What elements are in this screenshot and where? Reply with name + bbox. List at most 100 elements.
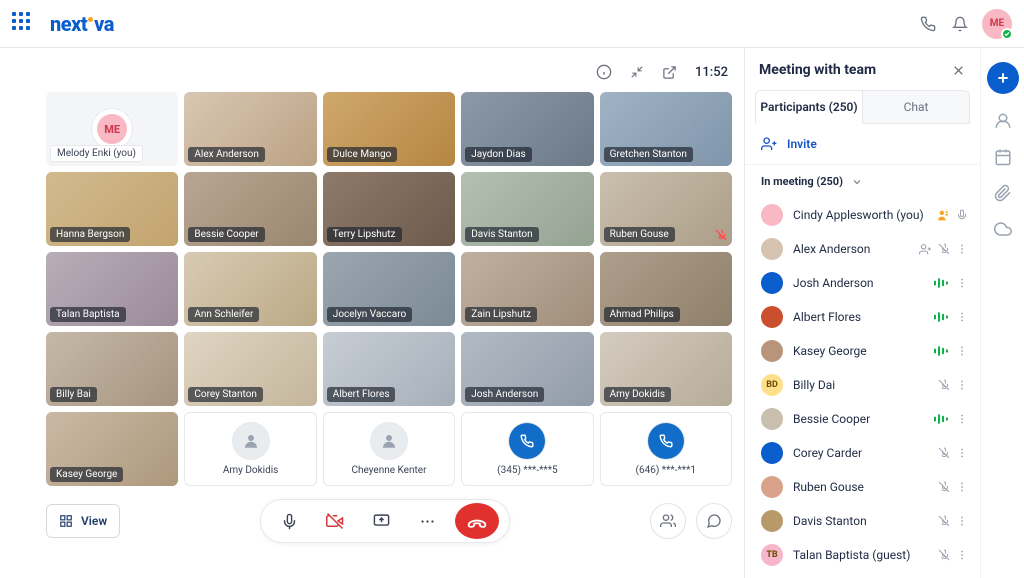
video-tile[interactable]: Jocelyn Vaccaro bbox=[323, 252, 455, 326]
participant-row[interactable]: Albert Flores bbox=[745, 300, 980, 334]
participant-icons bbox=[934, 345, 968, 357]
video-tile[interactable]: Ruben Gouse bbox=[600, 172, 732, 246]
video-tile[interactable]: Jaydon Dias bbox=[461, 92, 593, 166]
share-screen-button[interactable] bbox=[363, 503, 399, 539]
mic-icon bbox=[956, 209, 968, 221]
tile-label: Jaydon Dias bbox=[465, 147, 532, 162]
user-initials: ME bbox=[990, 18, 1004, 29]
tab-chat[interactable]: Chat bbox=[863, 90, 970, 124]
tile-label: Ann Schleifer bbox=[188, 307, 259, 322]
mic-button[interactable] bbox=[271, 503, 307, 539]
tile-label: Zain Lipshutz bbox=[465, 307, 537, 322]
participant-row[interactable]: Kasey George bbox=[745, 334, 980, 368]
video-tile[interactable]: MEMelody Enki (you) bbox=[46, 92, 178, 166]
view-button[interactable]: View bbox=[46, 504, 120, 538]
participant-row[interactable]: Cindy Applesworth (you) bbox=[745, 198, 980, 232]
chat-button[interactable] bbox=[696, 503, 732, 539]
calendar-icon[interactable] bbox=[994, 148, 1012, 166]
video-tile[interactable]: Amy Dokidis bbox=[184, 412, 316, 486]
participant-row[interactable]: Alex Anderson bbox=[745, 232, 980, 266]
video-tile[interactable]: Alex Anderson bbox=[184, 92, 316, 166]
raise-hand-icon bbox=[919, 243, 932, 256]
participant-row[interactable]: Davis Stanton bbox=[745, 504, 980, 538]
participant-row[interactable]: Bessie Cooper bbox=[745, 402, 980, 436]
phone-icon[interactable] bbox=[912, 8, 944, 40]
participant-name: Ruben Gouse bbox=[793, 480, 928, 494]
video-tile[interactable]: Kasey George bbox=[46, 412, 178, 486]
add-button[interactable] bbox=[987, 62, 1019, 94]
cloud-icon[interactable] bbox=[994, 220, 1012, 238]
participant-row[interactable]: Josh Anderson bbox=[745, 266, 980, 300]
hangup-button[interactable] bbox=[455, 503, 499, 539]
video-tile[interactable]: Corey Stanton bbox=[184, 332, 316, 406]
participant-avatar: TB bbox=[761, 544, 783, 566]
more-icon[interactable] bbox=[956, 345, 968, 357]
mic-muted-icon bbox=[938, 481, 950, 493]
participant-row[interactable]: Ruben Gouse bbox=[745, 470, 980, 504]
close-icon[interactable] bbox=[951, 63, 966, 78]
tile-label: Dulce Mango bbox=[327, 147, 398, 162]
video-tile[interactable]: Hanna Bergson bbox=[46, 172, 178, 246]
participant-row[interactable]: TBTalan Baptista (guest) bbox=[745, 538, 980, 572]
tile-label: Alex Anderson bbox=[188, 147, 264, 162]
participant-name: Albert Flores bbox=[793, 310, 924, 324]
minimize-icon[interactable] bbox=[630, 65, 644, 79]
more-icon[interactable] bbox=[956, 243, 968, 255]
more-icon[interactable] bbox=[956, 515, 968, 527]
participant-icons bbox=[938, 549, 968, 561]
more-button[interactable] bbox=[409, 503, 445, 539]
participant-name: Corey Carder bbox=[793, 446, 928, 460]
avatar-circle bbox=[233, 423, 269, 459]
more-icon[interactable] bbox=[956, 413, 968, 425]
video-tile[interactable]: Amy Dokidis bbox=[600, 332, 732, 406]
contacts-icon[interactable] bbox=[994, 112, 1012, 130]
popout-icon[interactable] bbox=[662, 65, 677, 80]
user-avatar[interactable]: ME bbox=[982, 9, 1012, 39]
tile-label: (345) ***-***5 bbox=[497, 465, 557, 476]
participant-row[interactable]: Corey Carder bbox=[745, 436, 980, 470]
video-tile[interactable]: Terry Lipshutz bbox=[323, 172, 455, 246]
app-launcher-icon[interactable] bbox=[12, 12, 36, 36]
video-tile[interactable]: Dulce Mango bbox=[323, 92, 455, 166]
video-tile[interactable]: Albert Flores bbox=[323, 332, 455, 406]
camera-button[interactable] bbox=[317, 503, 353, 539]
participant-icons bbox=[937, 209, 968, 222]
tile-label: Gretchen Stanton bbox=[604, 147, 693, 162]
meeting-bottombar: View bbox=[46, 498, 732, 544]
video-tile[interactable]: (646) ***-***1 bbox=[600, 412, 732, 486]
tab-participants[interactable]: Participants (250) bbox=[755, 90, 863, 124]
participant-name: Billy Dai bbox=[793, 378, 928, 392]
video-tile[interactable]: Josh Anderson bbox=[461, 332, 593, 406]
participant-icons bbox=[938, 379, 968, 391]
video-tile[interactable]: Cheyenne Kenter bbox=[323, 412, 455, 486]
video-tile[interactable]: Zain Lipshutz bbox=[461, 252, 593, 326]
attachment-icon[interactable] bbox=[994, 184, 1012, 202]
more-icon[interactable] bbox=[956, 447, 968, 459]
video-tile[interactable]: Talan Baptista bbox=[46, 252, 178, 326]
video-tile[interactable]: Bessie Cooper bbox=[184, 172, 316, 246]
more-icon[interactable] bbox=[956, 481, 968, 493]
section-in-meeting[interactable]: In meeting (250) bbox=[745, 165, 980, 198]
avatar-circle bbox=[371, 423, 407, 459]
participant-icons bbox=[938, 447, 968, 459]
video-tile[interactable]: Gretchen Stanton bbox=[600, 92, 732, 166]
video-tile[interactable]: Ann Schleifer bbox=[184, 252, 316, 326]
video-tile[interactable]: Davis Stanton bbox=[461, 172, 593, 246]
mic-muted-icon bbox=[938, 515, 950, 527]
tile-label: Bessie Cooper bbox=[188, 227, 264, 242]
more-icon[interactable] bbox=[956, 549, 968, 561]
video-tile[interactable]: (345) ***-***5 bbox=[461, 412, 593, 486]
video-tile[interactable]: Ahmad Philips bbox=[600, 252, 732, 326]
info-icon[interactable] bbox=[596, 64, 612, 80]
more-icon[interactable] bbox=[956, 277, 968, 289]
video-tile[interactable]: Billy Bai bbox=[46, 332, 178, 406]
more-icon[interactable] bbox=[956, 311, 968, 323]
brand-logo: next va bbox=[50, 12, 114, 36]
invite-button[interactable]: Invite bbox=[745, 124, 980, 165]
participants-button[interactable] bbox=[650, 503, 686, 539]
participant-row[interactable]: BDBilly Dai bbox=[745, 368, 980, 402]
more-icon[interactable] bbox=[956, 379, 968, 391]
participant-row[interactable]: Madelyn Torff bbox=[745, 572, 980, 578]
bell-icon[interactable] bbox=[944, 8, 976, 40]
participant-name: Bessie Cooper bbox=[793, 412, 924, 426]
